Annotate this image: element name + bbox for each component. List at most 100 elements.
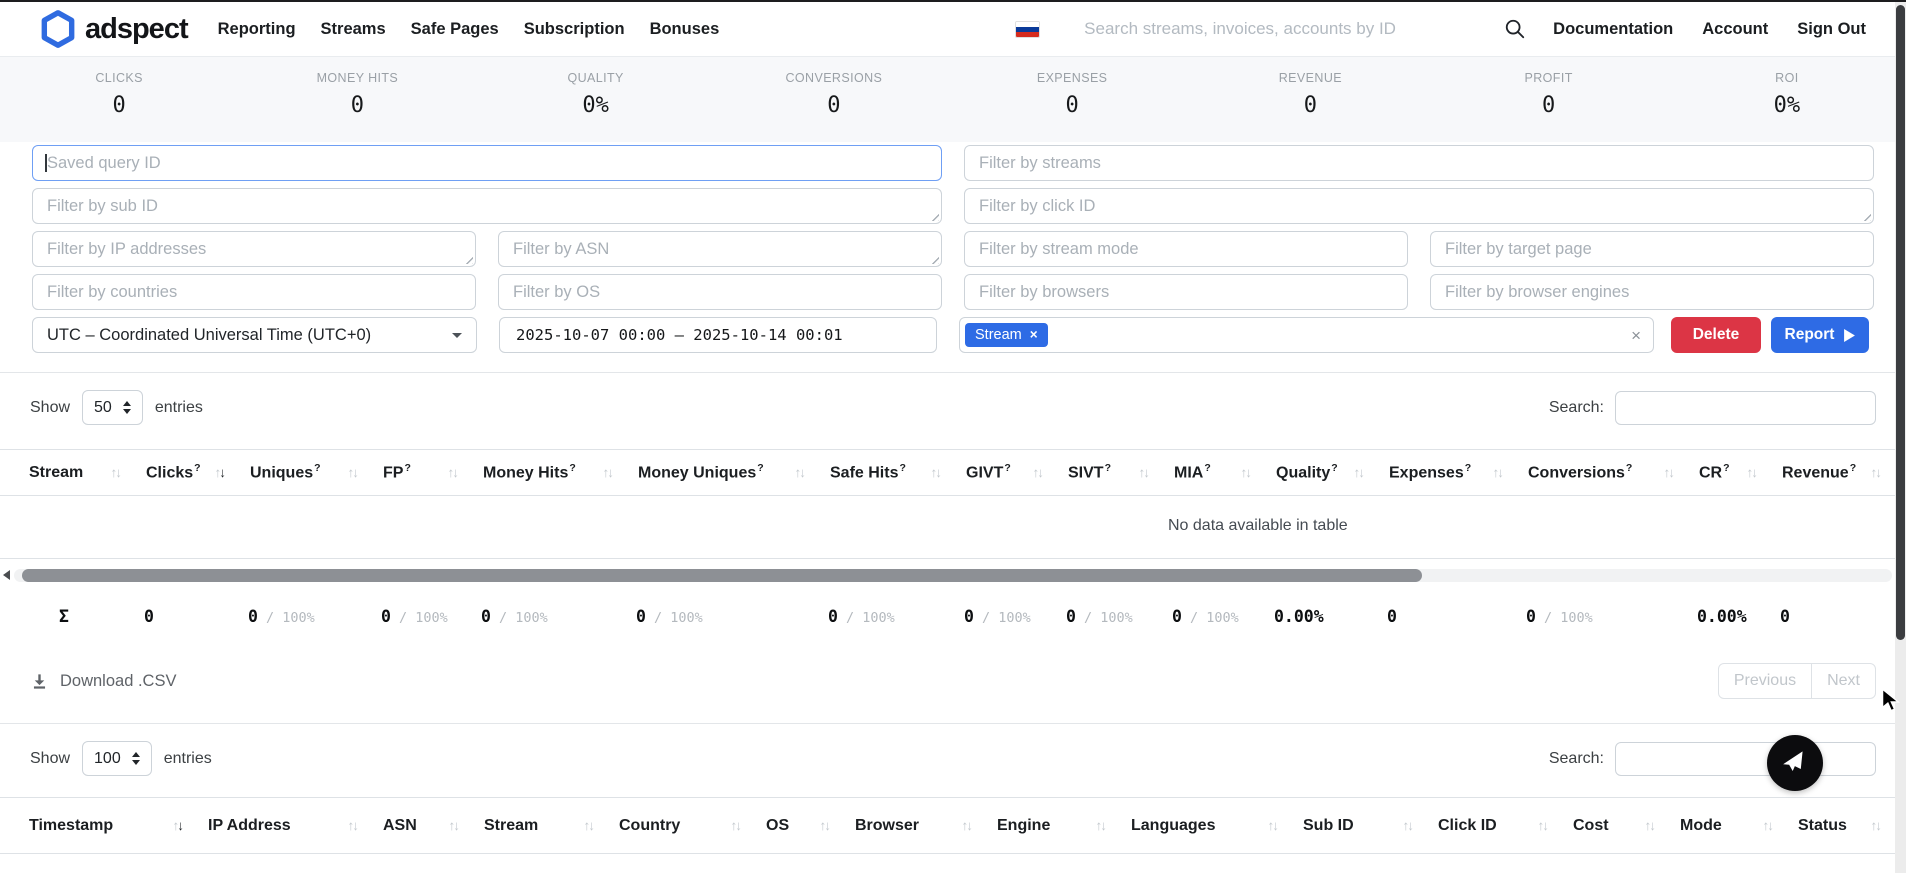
clicks-column-header[interactable]: Engine ↑↓: [985, 817, 1119, 835]
ip-input[interactable]: [32, 231, 476, 267]
nav-link[interactable]: Bonuses: [650, 20, 720, 39]
report-column-header[interactable]: CR? ↑↓: [1687, 462, 1770, 482]
clicks-column-header[interactable]: Sub ID ↑↓: [1291, 817, 1426, 835]
clear-selection-icon[interactable]: ×: [1631, 327, 1641, 344]
sort-icon: ↑↓: [1268, 818, 1278, 833]
search-label: Search:: [1549, 750, 1604, 768]
report-group-multiselect[interactable]: Stream × ×: [959, 317, 1654, 353]
report-button[interactable]: Report: [1771, 317, 1869, 353]
sort-icon: ↑↓: [931, 465, 941, 480]
report-column-header[interactable]: Money Hits? ↑↓: [471, 462, 626, 482]
report-column-header[interactable]: Clicks? ↑↓: [134, 462, 238, 482]
report-column-header[interactable]: GIVT? ↑↓: [954, 462, 1056, 482]
language-flag-russia-icon[interactable]: [1015, 21, 1040, 38]
asn-input[interactable]: [498, 231, 942, 267]
nav-link[interactable]: Subscription: [524, 20, 625, 39]
browser-engines-input[interactable]: [1430, 274, 1874, 310]
clicks-column-header[interactable]: Click ID ↑↓: [1426, 817, 1561, 835]
nav-link[interactable]: Sign Out: [1797, 20, 1866, 39]
browsers-input[interactable]: [964, 274, 1408, 310]
nav-link[interactable]: Streams: [321, 20, 386, 39]
scroll-left-arrow-icon[interactable]: [3, 570, 10, 580]
click-id-input[interactable]: [964, 188, 1874, 224]
report-column-header[interactable]: SIVT? ↑↓: [1056, 462, 1162, 482]
target-page-input[interactable]: [1430, 231, 1874, 267]
global-search-input[interactable]: [1064, 19, 1494, 39]
streams-filter-input[interactable]: [964, 145, 1874, 181]
timezone-value: UTC – Coordinated Universal Time (UTC+0): [47, 326, 452, 345]
previous-page-button[interactable]: Previous: [1718, 663, 1812, 699]
sort-icon: ↑↓: [731, 818, 741, 833]
nav-link[interactable]: Documentation: [1553, 20, 1673, 39]
report-column-header[interactable]: MIA? ↑↓: [1162, 462, 1264, 482]
clicks-column-header[interactable]: Mode ↑↓: [1668, 817, 1786, 835]
clicks-column-header[interactable]: Stream ↑↓: [472, 817, 607, 835]
clicks-table-search-input[interactable]: [1615, 742, 1876, 776]
report-column-header[interactable]: Stream? ↑↓: [17, 464, 134, 482]
horizontal-scroll-thumb[interactable]: [22, 569, 1422, 582]
clicks-column-header[interactable]: Languages ↑↓: [1119, 817, 1291, 835]
adspect-logo[interactable]: adspect: [40, 10, 188, 48]
download-csv-button[interactable]: Download .CSV: [30, 672, 176, 691]
nav-link[interactable]: Account: [1702, 20, 1768, 39]
countries-field: [32, 274, 476, 310]
clicks-column-header[interactable]: OS ↑↓: [754, 817, 843, 835]
column-help-mark: ?: [569, 462, 575, 474]
report-column-header[interactable]: FP? ↑↓: [371, 462, 471, 482]
clicks-column-header[interactable]: Browser ↑↓: [843, 817, 985, 835]
clicks-column-header[interactable]: Country ↑↓: [607, 817, 754, 835]
vertical-scroll-thumb[interactable]: [1896, 5, 1905, 640]
report-column-header[interactable]: Quality? ↑↓: [1264, 462, 1377, 482]
page-size-select[interactable]: 100: [82, 741, 152, 776]
page-size-value: 100: [94, 750, 121, 768]
timezone-select[interactable]: UTC – Coordinated Universal Time (UTC+0): [32, 317, 477, 353]
show-label: Show: [30, 399, 70, 417]
saved-query-input[interactable]: [32, 145, 942, 181]
report-column-header[interactable]: Safe Hits? ↑↓: [818, 462, 954, 482]
report-column-header[interactable]: Uniques? ↑↓: [238, 462, 371, 482]
remove-tag-icon[interactable]: ×: [1030, 328, 1038, 342]
next-page-button[interactable]: Next: [1811, 663, 1876, 699]
column-help-mark: ?: [194, 462, 200, 474]
sort-icon: ↑↓: [1096, 818, 1106, 833]
stats-bar: CLICKS 0 MONEY HITS 0 QUALITY 0% CONVERS…: [0, 57, 1906, 142]
vertical-scrollbar[interactable]: [1895, 0, 1906, 873]
horizontal-scroll-track[interactable]: [14, 569, 1892, 582]
stat-label: MONEY HITS: [238, 71, 476, 85]
click-id-field: [964, 188, 1874, 224]
countries-input[interactable]: [32, 274, 476, 310]
telegram-button[interactable]: [1767, 735, 1823, 791]
sort-icon: ↑↓: [795, 465, 805, 480]
page-size-select[interactable]: 50: [82, 390, 143, 425]
sort-icon: ↑↓: [1871, 818, 1881, 833]
sort-icon: ↑↓: [1871, 465, 1881, 480]
report-column-header[interactable]: Money Uniques? ↑↓: [626, 462, 818, 482]
nav-link[interactable]: Safe Pages: [411, 20, 499, 39]
totals-value: 0: [1387, 607, 1397, 626]
sub-id-field: [32, 188, 942, 224]
search-icon[interactable]: [1504, 18, 1526, 40]
clicks-column-header[interactable]: Cost ↑↓: [1561, 817, 1668, 835]
stat-label: REVENUE: [1191, 71, 1429, 85]
select-updown-icon: [123, 401, 131, 414]
date-range-input[interactable]: [499, 317, 937, 353]
report-column-header[interactable]: Revenue? ↑↓: [1770, 462, 1894, 482]
stat-item: CLICKS 0: [0, 71, 238, 142]
report-column-header[interactable]: Conversions? ↑↓: [1516, 462, 1687, 482]
os-input[interactable]: [498, 274, 942, 310]
report-table-search-input[interactable]: [1615, 391, 1876, 425]
stat-label: CLICKS: [0, 71, 238, 85]
clicks-column-header[interactable]: IP Address ↑↓: [196, 817, 371, 835]
nav-link[interactable]: Reporting: [218, 20, 296, 39]
report-totals-row: Σ 0 0/ 100% 0/ 100% 0/ 100% 0/ 100% 0/ 1…: [0, 595, 1906, 639]
clicks-column-header[interactable]: Timestamp ↑↓: [17, 817, 196, 835]
report-column-header[interactable]: Expenses? ↑↓: [1377, 462, 1516, 482]
stream-mode-input[interactable]: [964, 231, 1408, 267]
page-size-value: 50: [94, 399, 112, 417]
sub-id-input[interactable]: [32, 188, 942, 224]
delete-button[interactable]: Delete: [1671, 317, 1761, 353]
clicks-column-header[interactable]: Status ↑↓: [1786, 817, 1894, 835]
totals-share: / 100%: [1190, 610, 1239, 626]
totals-value: 0: [964, 607, 974, 626]
clicks-column-header[interactable]: ASN ↑↓: [371, 817, 472, 835]
